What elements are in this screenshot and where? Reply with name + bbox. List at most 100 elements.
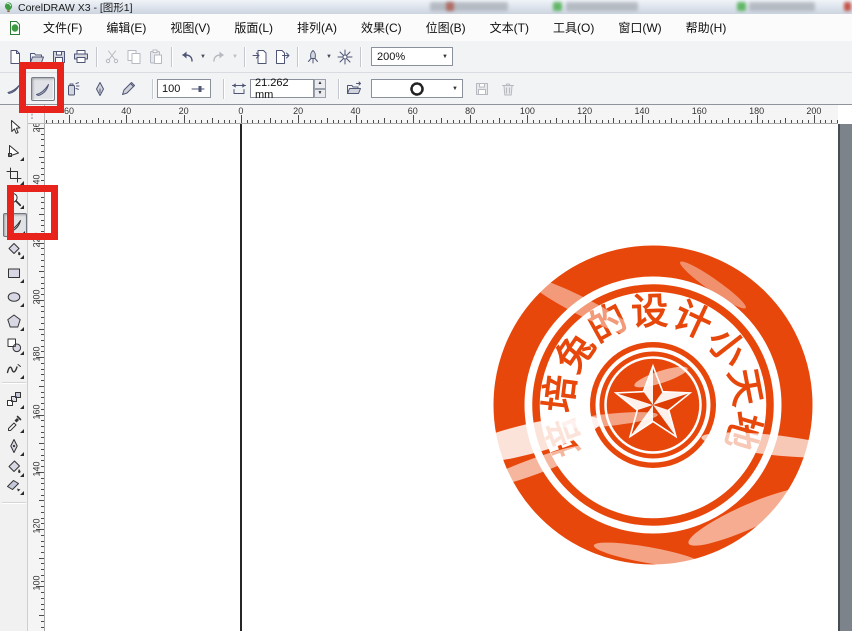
eyedropper-tool[interactable] xyxy=(3,412,25,434)
smart-drawing-tool[interactable] xyxy=(3,358,25,380)
menu-help[interactable]: 帮助(H) xyxy=(677,15,736,40)
delete-stroke-button[interactable] xyxy=(497,78,519,100)
browse-button[interactable] xyxy=(343,78,365,100)
ruler-tick xyxy=(41,380,44,381)
menu-view[interactable]: 视图(V) xyxy=(161,15,219,40)
menu-arrange[interactable]: 排列(A) xyxy=(288,15,346,40)
smoothing-slider-icon[interactable] xyxy=(190,81,206,97)
ruler-tick xyxy=(41,266,44,267)
menu-tools[interactable]: 工具(O) xyxy=(544,15,603,40)
menu-layout[interactable]: 版面(L) xyxy=(225,15,282,40)
paste-button[interactable] xyxy=(145,46,167,68)
ellipse-tool[interactable] xyxy=(3,286,25,308)
ruler-tick xyxy=(41,151,44,152)
undo-button[interactable] xyxy=(176,46,198,68)
ruler-tick xyxy=(791,120,792,123)
shape-tool[interactable] xyxy=(3,140,25,162)
drawing-canvas[interactable]: 培培兔的设计小天地 xyxy=(45,124,852,631)
polygon-tool[interactable] xyxy=(3,310,25,332)
ruler-tick xyxy=(682,120,683,123)
ruler-tick xyxy=(41,512,44,513)
ruler-tick xyxy=(556,118,557,123)
ruler-tick xyxy=(41,437,44,438)
stepper-down-arrow[interactable]: ▼ xyxy=(314,89,326,99)
rectangle-tool[interactable] xyxy=(3,262,25,284)
svg-text:培: 培 xyxy=(537,373,584,415)
h-ruler-label: 60 xyxy=(408,106,418,116)
zoom-level-dropdown[interactable]: 200% ▼ xyxy=(371,47,453,66)
freehand-smoothing-field[interactable]: 100 xyxy=(157,79,211,98)
ruler-tick xyxy=(41,334,44,335)
crop-tool[interactable] xyxy=(3,164,25,186)
stepper-up-arrow[interactable]: ▲ xyxy=(314,79,326,89)
menu-effects[interactable]: 效果(C) xyxy=(352,15,411,40)
menu-window[interactable]: 窗口(W) xyxy=(609,15,670,40)
chevron-down-icon[interactable]: ▼ xyxy=(448,80,462,97)
ruler-tick xyxy=(184,115,185,123)
ruler-tick xyxy=(602,120,603,123)
ruler-tick xyxy=(41,598,44,599)
interactive-fill-tool[interactable] xyxy=(3,474,25,496)
ruler-tick xyxy=(155,118,156,123)
ruler-tick xyxy=(229,120,230,123)
ruler-tick xyxy=(407,120,408,123)
ruler-tick xyxy=(39,558,44,559)
chevron-down-icon[interactable]: ▼ xyxy=(438,54,452,60)
h-ruler-label: 60 xyxy=(64,106,74,116)
ruler-tick xyxy=(493,120,494,123)
ruler-tick xyxy=(41,374,44,375)
calligraphic-mode-button[interactable] xyxy=(89,78,111,100)
redo-button[interactable] xyxy=(208,46,230,68)
pressure-mode-button[interactable] xyxy=(117,78,139,100)
save-stroke-button[interactable] xyxy=(471,78,493,100)
ruler-tick xyxy=(441,118,442,123)
smart-fill-tool[interactable] xyxy=(3,238,25,260)
ruler-tick xyxy=(41,392,44,393)
menu-file[interactable]: 文件(F) xyxy=(34,15,91,40)
ruler-tick xyxy=(270,118,271,123)
ruler-tick xyxy=(797,120,798,123)
h-ruler-label: 140 xyxy=(634,106,649,116)
export-button[interactable] xyxy=(271,46,293,68)
menu-text[interactable]: 文本(T) xyxy=(481,15,538,40)
undo-dropdown-arrow[interactable]: ▼ xyxy=(198,54,208,60)
outline-pen-tool[interactable] xyxy=(3,435,25,457)
corel-online-button[interactable] xyxy=(334,46,356,68)
ruler-tick xyxy=(516,120,517,123)
sprayer-mode-button[interactable] xyxy=(61,78,83,100)
copy-button[interactable] xyxy=(123,46,145,68)
ruler-tick xyxy=(356,115,357,123)
stamp-artwork[interactable]: 培培兔的设计小天地 xyxy=(483,235,823,575)
stroke-width-stepper[interactable]: ▲ ▼ xyxy=(314,79,326,98)
print-button[interactable] xyxy=(70,46,92,68)
ruler-tick xyxy=(585,115,586,123)
cut-button[interactable] xyxy=(101,46,123,68)
ruler-tick xyxy=(665,120,666,123)
application-launcher-button[interactable] xyxy=(302,46,324,68)
ruler-tick xyxy=(333,120,334,123)
ruler-tick xyxy=(447,120,448,123)
import-button[interactable] xyxy=(249,46,271,68)
menu-edit[interactable]: 编辑(E) xyxy=(97,15,155,40)
ruler-tick xyxy=(41,592,44,593)
application-launcher-dropdown-arrow[interactable]: ▼ xyxy=(324,54,334,60)
stroke-list-dropdown[interactable]: ▼ xyxy=(371,79,463,98)
h-ruler-label: 0 xyxy=(238,106,243,116)
horizontal-ruler[interactable]: 604020020406080100120140160180200 xyxy=(45,105,838,124)
ruler-tick xyxy=(533,120,534,123)
stroke-width-field[interactable]: 21.262 mm xyxy=(250,79,314,98)
ruler-tick xyxy=(470,115,471,123)
h-ruler-label: 120 xyxy=(577,106,592,116)
ruler-tick xyxy=(39,615,44,616)
h-ruler-label: 160 xyxy=(692,106,707,116)
basic-shapes-tool[interactable] xyxy=(3,334,25,356)
pick-tool[interactable] xyxy=(3,116,25,138)
ruler-tick xyxy=(401,120,402,123)
ruler-tick xyxy=(510,120,511,123)
ruler-tick xyxy=(41,483,44,484)
interactive-blend-tool[interactable] xyxy=(3,388,25,410)
h-ruler-label: 200 xyxy=(806,106,821,116)
menu-bitmaps[interactable]: 位图(B) xyxy=(417,15,475,40)
ruler-tick xyxy=(252,120,253,123)
redo-dropdown-arrow[interactable]: ▼ xyxy=(230,54,240,60)
